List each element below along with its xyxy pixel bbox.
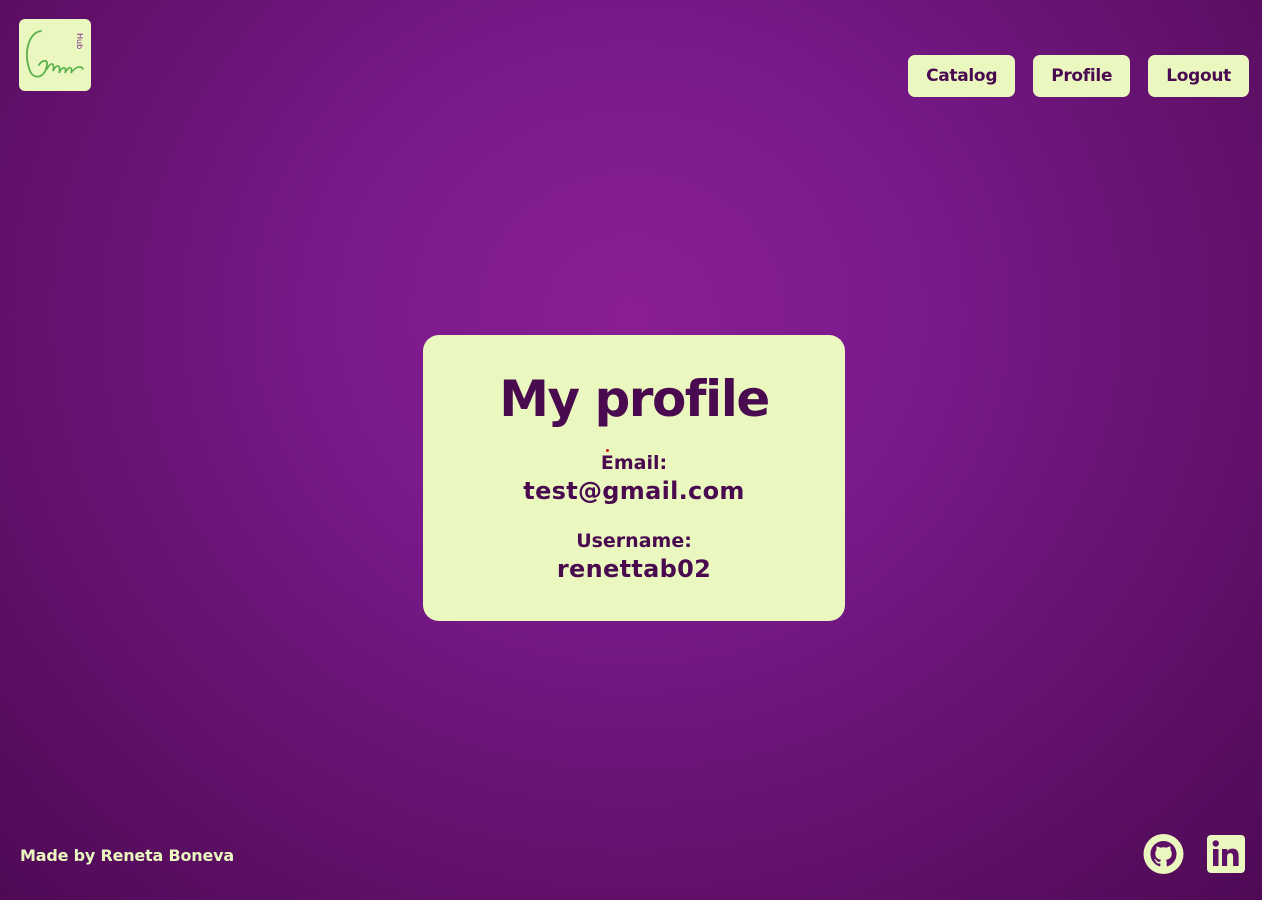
top-nav: Catalog Profile Logout (908, 55, 1249, 97)
email-label: Email: (600, 452, 668, 474)
username-label: Username: (576, 530, 692, 552)
red-dot-marker (605, 449, 609, 452)
linkedin-link[interactable] (1207, 835, 1245, 873)
username-value: renettab02 (556, 555, 712, 583)
email-label-wrap: Email: (600, 449, 668, 475)
github-icon (1143, 834, 1184, 874)
svg-text:Hub: Hub (75, 33, 84, 49)
email-value: test@gmail.com (523, 477, 745, 505)
github-link[interactable] (1143, 834, 1184, 874)
logout-button[interactable]: Logout (1148, 55, 1249, 97)
game-hub-logo[interactable]: Hub (19, 19, 91, 91)
footer-credit: Made by Reneta Boneva (20, 846, 234, 865)
profile-button[interactable]: Profile (1033, 55, 1131, 97)
game-hub-logo-graphic: Hub (26, 30, 84, 78)
page-title: My profile (499, 370, 770, 428)
catalog-button[interactable]: Catalog (908, 55, 1016, 97)
profile-card: My profile Email: test@gmail.com Usernam… (423, 335, 845, 621)
linkedin-icon (1207, 835, 1245, 873)
